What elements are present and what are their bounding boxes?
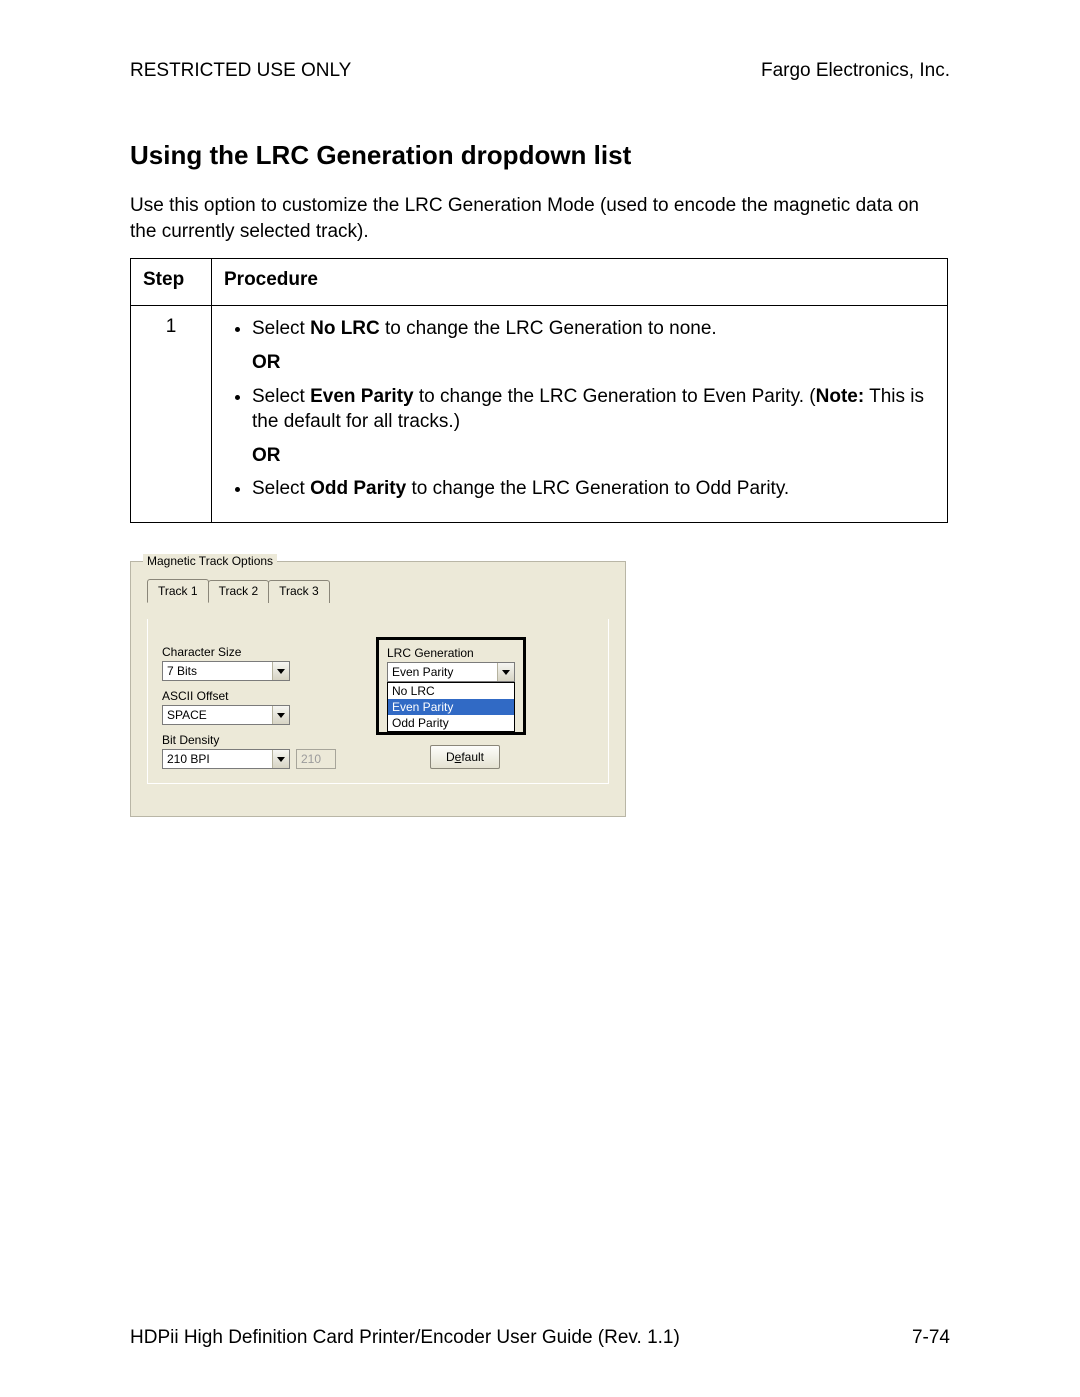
or-separator: OR xyxy=(252,443,935,469)
or-separator: OR xyxy=(252,350,935,376)
intro-paragraph: Use this option to customize the LRC Gen… xyxy=(130,193,950,244)
lrc-option-odd-parity[interactable]: Odd Parity xyxy=(388,715,514,731)
header-left: RESTRICTED USE ONLY xyxy=(130,60,351,82)
footer-left: HDPii High Definition Card Printer/Encod… xyxy=(130,1327,680,1349)
group-label: Magnetic Track Options xyxy=(143,554,277,568)
bit-density-combo[interactable]: 210 BPI xyxy=(162,749,290,769)
lrc-option-no-lrc[interactable]: No LRC xyxy=(388,683,514,699)
ascii-offset-label: ASCII Offset xyxy=(162,689,336,703)
step-number: 1 xyxy=(131,306,212,523)
bullet-odd-parity: Select Odd Parity to change the LRC Gene… xyxy=(252,476,935,502)
tab-track-1[interactable]: Track 1 xyxy=(147,579,209,603)
bullet-even-parity: Select Even Parity to change the LRC Gen… xyxy=(252,384,935,469)
character-size-combo[interactable]: 7 Bits xyxy=(162,661,290,681)
footer-page: 7-74 xyxy=(912,1327,950,1349)
chevron-down-icon xyxy=(497,663,514,681)
col-proc-header: Procedure xyxy=(212,259,948,306)
track-tabs: Track 1 Track 2 Track 3 xyxy=(147,580,613,603)
lrc-generation-label: LRC Generation xyxy=(387,646,515,660)
chevron-down-icon xyxy=(272,662,289,680)
lrc-dropdown-list[interactable]: No LRC Even Parity Odd Parity xyxy=(387,682,515,732)
default-button[interactable]: Default xyxy=(430,745,500,769)
magnetic-track-options-group: Magnetic Track Options Track 1 Track 2 T… xyxy=(130,561,626,817)
procedure-table: Step Procedure 1 Select No LRC to change… xyxy=(130,258,948,523)
tab-track-2[interactable]: Track 2 xyxy=(208,580,270,603)
chevron-down-icon xyxy=(272,706,289,724)
bit-density-text: 210 xyxy=(296,749,336,769)
section-title: Using the LRC Generation dropdown list xyxy=(130,140,950,171)
lrc-highlight-frame: LRC Generation Even Parity No LRC Even P… xyxy=(376,637,526,735)
character-size-label: Character Size xyxy=(162,645,336,659)
chevron-down-icon xyxy=(272,750,289,768)
col-step-header: Step xyxy=(131,259,212,306)
lrc-option-even-parity[interactable]: Even Parity xyxy=(388,699,514,715)
lrc-generation-combo[interactable]: Even Parity xyxy=(387,662,515,682)
bit-density-label: Bit Density xyxy=(162,733,336,747)
ascii-offset-combo[interactable]: SPACE xyxy=(162,705,290,725)
header-right: Fargo Electronics, Inc. xyxy=(761,60,950,82)
bullet-no-lrc: Select No LRC to change the LRC Generati… xyxy=(252,316,935,375)
tab-track-3[interactable]: Track 3 xyxy=(268,580,330,603)
procedure-cell: Select No LRC to change the LRC Generati… xyxy=(212,306,948,523)
tab-panel: Character Size 7 Bits ASCII Offset SPACE… xyxy=(147,619,609,784)
